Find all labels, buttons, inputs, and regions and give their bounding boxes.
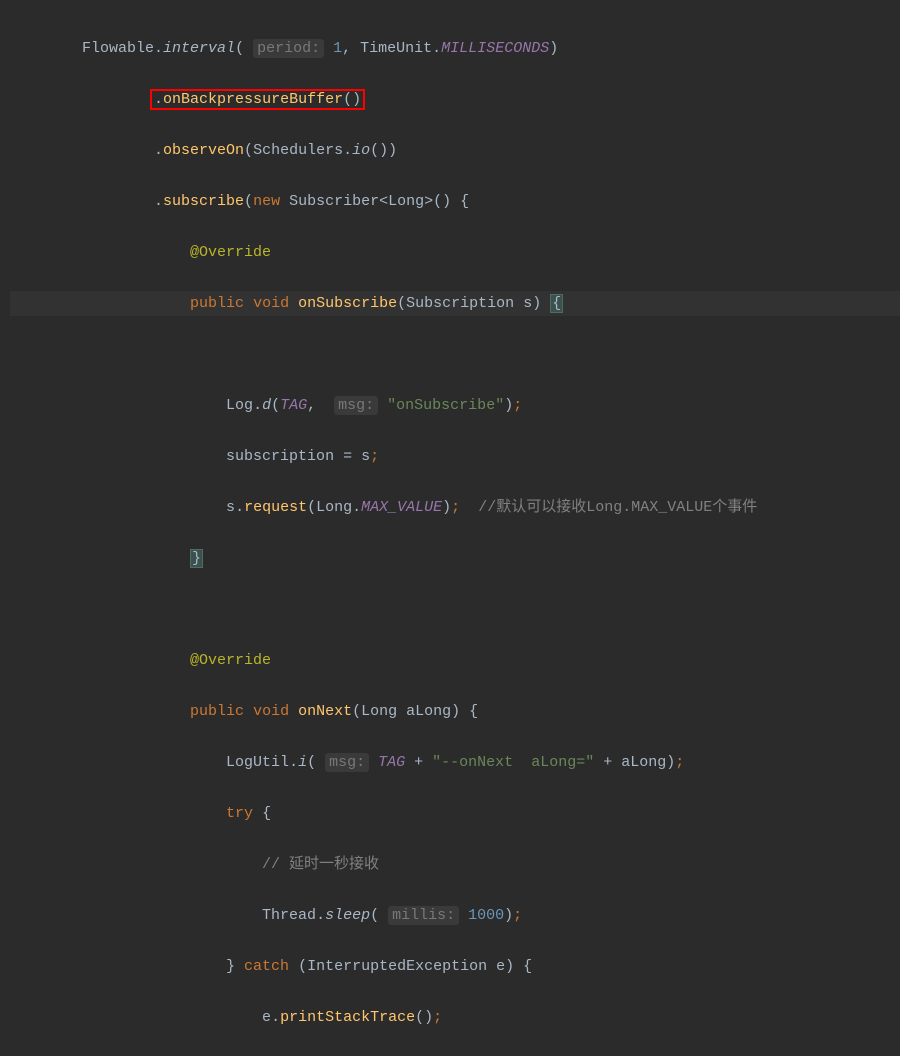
code-line: Thread.sleep( millis: 1000); (10, 903, 900, 929)
param-hint-label: msg: (334, 396, 378, 415)
comment-text: //默认可以接收Long.MAX_VALUE个事件 (478, 499, 757, 516)
annotation-override: @Override (190, 652, 271, 669)
brace-match-icon: { (550, 294, 563, 313)
code-line: try { (10, 801, 900, 827)
code-line: public void onNext(Long aLong) { (10, 699, 900, 725)
code-line-highlighted: .onBackpressureBuffer() (10, 87, 900, 113)
code-line: .subscribe(new Subscriber<Long>() { (10, 189, 900, 215)
param-hint-label: millis: (388, 906, 459, 925)
code-line: // 延时一秒接收 (10, 852, 900, 878)
code-line: .observeOn(Schedulers.io()) (10, 138, 900, 164)
brace-match-icon: } (190, 549, 203, 568)
comment-text: // 延时一秒接收 (262, 856, 379, 873)
code-editor[interactable]: Flowable.interval( period: 1, TimeUnit.M… (0, 10, 900, 1056)
highlight-box: .onBackpressureBuffer() (150, 89, 365, 110)
param-hint-label: period: (253, 39, 324, 58)
code-line: s.request(Long.MAX_VALUE); //默认可以接收Long.… (10, 495, 900, 521)
code-line: subscription = s; (10, 444, 900, 470)
annotation-override: @Override (190, 244, 271, 261)
code-line: @Override (10, 648, 900, 674)
code-line: Flowable.interval( period: 1, TimeUnit.M… (10, 36, 900, 62)
code-line: LogUtil.i( msg: TAG + "--onNext aLong=" … (10, 750, 900, 776)
code-line: @Override (10, 240, 900, 266)
param-hint-label: msg: (325, 753, 369, 772)
code-line: Log.d(TAG, msg: "onSubscribe"); (10, 393, 900, 419)
code-line: e.printStackTrace(); (10, 1005, 900, 1031)
code-line (10, 342, 900, 368)
code-line (10, 597, 900, 623)
code-line-current: public void onSubscribe(Subscription s) … (10, 291, 900, 317)
code-line: } catch (InterruptedException e) { (10, 954, 900, 980)
code-line: } (10, 546, 900, 572)
